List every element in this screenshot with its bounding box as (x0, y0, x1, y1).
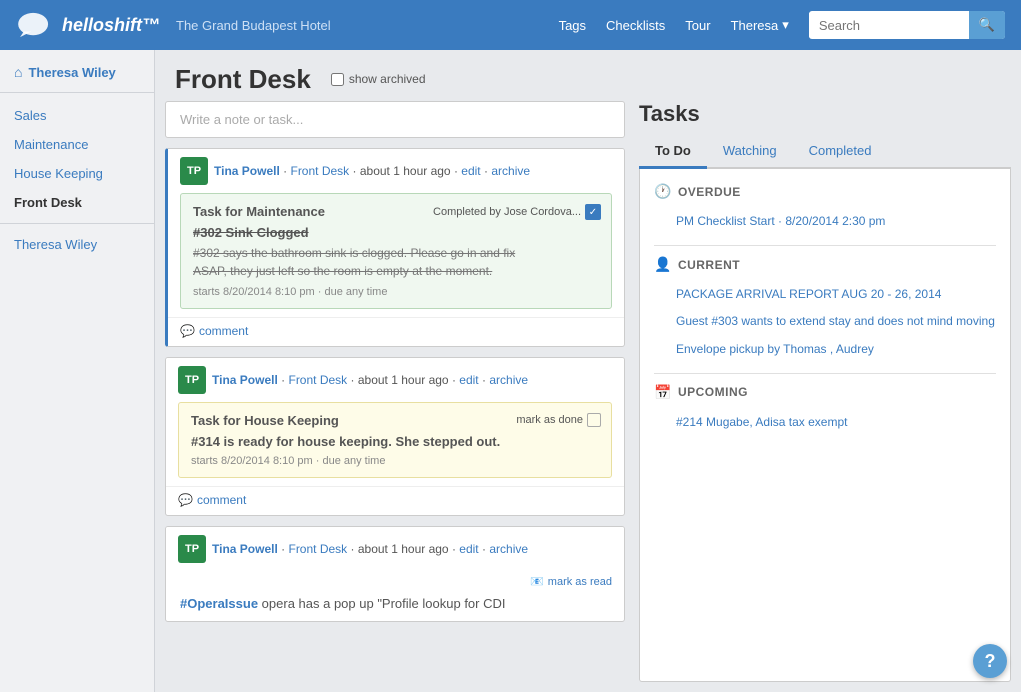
dept-2[interactable]: Front Desk (288, 373, 347, 387)
opera-body-area: #OperaIssue opera has a pop up "Profile … (166, 590, 624, 621)
person-icon: 👤 (654, 256, 672, 273)
dept-3[interactable]: Front Desk (288, 542, 347, 556)
tasks-column: Tasks To Do Watching Completed 🕐 OVERDUE… (639, 101, 1011, 682)
tab-watching[interactable]: Watching (707, 135, 793, 169)
sidebar-person[interactable]: Theresa Wiley (0, 230, 154, 259)
task-item-overdue-1[interactable]: PM Checklist Start · 8/20/2014 2:30 pm (654, 208, 996, 235)
divider-2 (654, 373, 996, 374)
nav-tags[interactable]: Tags (559, 18, 586, 33)
nav-tour[interactable]: Tour (685, 18, 710, 33)
two-col: Write a note or task... TP Tina Powell ·… (155, 101, 1021, 692)
top-nav: helloshift™ The Grand Budapest Hotel Tag… (0, 0, 1021, 50)
content-area: Front Desk show archived Write a note or… (155, 50, 1021, 692)
avatar-3: TP (178, 535, 206, 563)
tab-todo[interactable]: To Do (639, 135, 707, 169)
logo-text: helloshift™ (62, 15, 160, 36)
home-icon: ⌂ (14, 64, 22, 80)
card-meta-2: Tina Powell · Front Desk · about 1 hour … (212, 373, 612, 387)
calendar-icon: 📅 (654, 384, 672, 401)
show-archived-area: show archived (331, 72, 426, 86)
tasks-title: Tasks (639, 101, 1011, 127)
author-3[interactable]: Tina Powell (212, 542, 278, 556)
sidebar-item-maintenance[interactable]: Maintenance (0, 130, 154, 159)
task-title-2: #314 is ready for house keeping. She ste… (191, 434, 599, 449)
show-archived-checkbox[interactable] (331, 73, 344, 86)
user-menu[interactable]: Theresa ▾ (731, 17, 789, 33)
tasks-panel: 🕐 OVERDUE PM Checklist Start · 8/20/2014… (639, 169, 1011, 682)
show-archived-label: show archived (349, 72, 426, 86)
task-item-upcoming-1[interactable]: #214 Mugabe, Adisa tax exempt (654, 409, 996, 436)
time-1: about 1 hour ago (360, 164, 451, 178)
task-item-current-1[interactable]: PACKAGE ARRIVAL REPORT AUG 20 - 26, 2014 (654, 281, 996, 308)
card-header-1: TP Tina Powell · Front Desk · about 1 ho… (168, 149, 624, 193)
edit-2[interactable]: edit (459, 373, 478, 387)
nav-checklists[interactable]: Checklists (606, 18, 665, 33)
search-bar: 🔍 (809, 11, 1005, 39)
main-layout: ⌂ Theresa Wiley Sales Maintenance House … (0, 50, 1021, 692)
feed-card-2: TP Tina Powell · Front Desk · about 1 ho… (165, 357, 625, 516)
search-input[interactable] (809, 13, 969, 38)
divider-1 (654, 245, 996, 246)
avatar-2: TP (178, 366, 206, 394)
sidebar-item-frontdesk[interactable]: Front Desk (0, 188, 154, 217)
archive-3[interactable]: archive (489, 542, 528, 556)
sidebar-divider (0, 223, 154, 224)
task-box-2: Task for House Keeping mark as done #314… (178, 402, 612, 478)
task-time-2: starts 8/20/2014 8:10 pm · due any time (191, 455, 599, 467)
section-current-header: 👤 CURRENT (654, 256, 996, 273)
time-2: about 1 hour ago (358, 373, 449, 387)
mark-as-read[interactable]: 📧 mark as read (166, 571, 624, 590)
task-box-1: Task for Maintenance Completed by Jose C… (180, 193, 612, 309)
sidebar-item-sales[interactable]: Sales (0, 101, 154, 130)
feed-card-1: TP Tina Powell · Front Desk · about 1 ho… (165, 148, 625, 347)
card-meta-3: Tina Powell · Front Desk · about 1 hour … (212, 542, 612, 556)
section-overdue-header: 🕐 OVERDUE (654, 183, 996, 200)
tasks-tabs: To Do Watching Completed (639, 135, 1011, 169)
section-upcoming-header: 📅 UPCOMING (654, 384, 996, 401)
feed-card-3: TP Tina Powell · Front Desk · about 1 ho… (165, 526, 625, 622)
write-note-input[interactable]: Write a note or task... (165, 101, 625, 138)
fd-header: Front Desk show archived (155, 50, 1021, 101)
opera-body: opera has a pop up "Profile lookup for C… (262, 596, 506, 611)
logo-area: helloshift™ The Grand Budapest Hotel (16, 11, 331, 39)
archive-2[interactable]: archive (489, 373, 528, 387)
sidebar-item-housekeeping[interactable]: House Keeping (0, 159, 154, 188)
task-body-1: #302 says the bathroom sink is clogged. … (193, 244, 599, 280)
card-meta-1: Tina Powell · Front Desk · about 1 hour … (214, 164, 612, 178)
page-title: Front Desk (175, 64, 311, 95)
mark-done-checkbox[interactable] (587, 413, 601, 427)
task-time-1: starts 8/20/2014 8:10 pm · due any time (193, 286, 599, 298)
archive-1[interactable]: archive (491, 164, 530, 178)
search-button[interactable]: 🔍 (969, 11, 1005, 39)
check-done-icon: ✓ (585, 204, 601, 220)
task-item-current-3[interactable]: Envelope pickup by Thomas , Audrey (654, 336, 996, 363)
avatar-1: TP (180, 157, 208, 185)
task-item-current-2[interactable]: Guest #303 wants to extend stay and does… (654, 308, 996, 335)
comment-link-2[interactable]: 💬 comment (178, 493, 612, 507)
help-button[interactable]: ? (973, 644, 1007, 678)
edit-1[interactable]: edit (461, 164, 480, 178)
task-title-1: #302 Sink Clogged (193, 225, 599, 240)
author-2[interactable]: Tina Powell (212, 373, 278, 387)
sidebar-user[interactable]: ⌂ Theresa Wiley (0, 64, 154, 93)
feed-column: Write a note or task... TP Tina Powell ·… (165, 101, 625, 682)
sidebar: ⌂ Theresa Wiley Sales Maintenance House … (0, 50, 155, 692)
time-3: about 1 hour ago (358, 542, 449, 556)
completed-badge-1: Completed by Jose Cordova... ✓ (433, 204, 601, 220)
card-footer-2: 💬 comment (166, 486, 624, 515)
hotel-name: The Grand Budapest Hotel (176, 18, 331, 33)
opera-issue-tag[interactable]: #OperaIssue (180, 596, 258, 611)
clock-icon: 🕐 (654, 183, 672, 200)
edit-3[interactable]: edit (459, 542, 478, 556)
card-header-2: TP Tina Powell · Front Desk · about 1 ho… (166, 358, 624, 402)
comment-link-1[interactable]: 💬 comment (180, 324, 612, 338)
dept-1[interactable]: Front Desk (290, 164, 349, 178)
card-header-3: TP Tina Powell · Front Desk · about 1 ho… (166, 527, 624, 571)
logo-icon (16, 11, 54, 39)
tab-completed[interactable]: Completed (793, 135, 888, 169)
mark-done-area: mark as done (516, 413, 601, 427)
author-1[interactable]: Tina Powell (214, 164, 280, 178)
card-footer-1: 💬 comment (168, 317, 624, 346)
